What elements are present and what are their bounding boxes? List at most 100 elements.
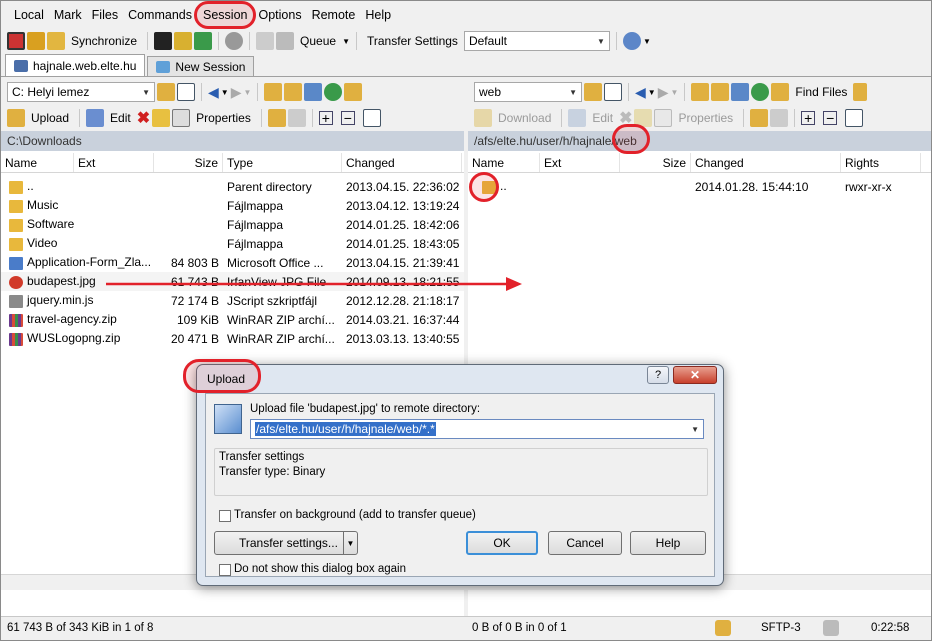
col-size[interactable]: Size <box>620 153 691 172</box>
col-size[interactable]: Size <box>154 153 223 172</box>
menu-session[interactable]: Session <box>193 1 257 29</box>
cancel-button[interactable]: Cancel <box>548 531 622 555</box>
back-arrow-icon[interactable]: ◀ <box>635 84 646 101</box>
ok-button[interactable]: OK <box>466 531 538 555</box>
menu-commands[interactable]: Commands <box>123 4 197 26</box>
refresh-icon[interactable] <box>324 83 343 101</box>
help-button[interactable]: Help <box>630 531 706 555</box>
parent-directory-icon[interactable] <box>264 83 283 101</box>
help-title-button[interactable]: ? <box>647 366 669 384</box>
col-ext[interactable]: Ext <box>540 153 620 172</box>
download-icon[interactable] <box>474 109 492 127</box>
remote-directory-select[interactable]: web ▼ <box>474 82 582 102</box>
refresh-icon[interactable] <box>751 83 770 101</box>
transfer-settings-button[interactable]: Transfer settings... ▼ <box>214 531 358 555</box>
filter-icon[interactable] <box>604 83 622 101</box>
menu-files[interactable]: Files <box>87 4 123 26</box>
upload-button[interactable]: Upload <box>31 111 69 125</box>
dont-show-checkbox[interactable] <box>219 564 231 576</box>
gear-icon[interactable] <box>225 32 244 50</box>
table-row[interactable]: .. 2014.01.28. 15:44:10 rwxr-xr-x <box>468 177 931 196</box>
filter-select-icon[interactable] <box>362 109 381 127</box>
chevron-down-icon[interactable]: ▼ <box>691 425 699 434</box>
table-row[interactable]: Application-Form_Zla... 84 803 B Microsoft… <box>1 253 464 272</box>
filter-select-icon[interactable] <box>845 109 864 127</box>
find-icon[interactable] <box>344 83 363 101</box>
remote-target-input[interactable]: /afs/elte.hu/user/h/hajnale/web/*.* ▼ <box>250 419 704 439</box>
open-directory-icon[interactable] <box>584 83 602 101</box>
local-path[interactable]: C:\Downloads <box>7 134 82 148</box>
select-all-icon[interactable]: + <box>801 110 816 126</box>
keep-up-to-date-icon[interactable] <box>27 32 45 50</box>
chevron-down-icon[interactable]: ▼ <box>670 88 678 97</box>
menu-local[interactable]: Local <box>9 4 49 26</box>
download-button[interactable]: Download <box>498 111 551 125</box>
properties-icon[interactable] <box>654 109 673 127</box>
table-row[interactable]: Software Fájlmappa 2014.01.25. 18:42:06 <box>1 215 464 234</box>
edit-icon[interactable] <box>568 109 587 127</box>
queue-icon[interactable] <box>276 32 295 50</box>
synchronize-icon[interactable] <box>47 32 65 50</box>
edit-icon[interactable] <box>86 109 105 127</box>
root-directory-icon[interactable] <box>711 83 730 101</box>
putty-icon[interactable] <box>174 32 193 50</box>
new-folder-icon[interactable] <box>750 109 769 127</box>
home-icon[interactable] <box>304 83 323 101</box>
transfer-settings-select[interactable]: Default ▼ <box>463 31 610 51</box>
synchronize-button[interactable]: Synchronize <box>71 34 137 48</box>
edit-button[interactable]: Edit <box>110 111 131 125</box>
select-all-icon[interactable]: + <box>318 110 333 126</box>
tab-new-session[interactable]: New Session <box>147 56 255 76</box>
parent-directory-icon[interactable] <box>691 83 710 101</box>
console-icon[interactable] <box>154 32 173 50</box>
col-name[interactable]: Name <box>1 153 74 172</box>
properties-icon[interactable] <box>172 109 191 127</box>
menu-options[interactable]: Options <box>253 4 306 26</box>
forward-arrow-icon[interactable]: ▶ <box>658 84 669 101</box>
table-row[interactable]: travel-agency.zip 109 KiB WinRAR ZIP archí… <box>1 310 464 329</box>
refresh-session-icon[interactable] <box>194 32 213 50</box>
close-button[interactable]: ✕ <box>673 366 717 384</box>
col-type[interactable]: Type <box>223 153 342 172</box>
background-checkbox[interactable] <box>219 510 231 522</box>
col-changed[interactable]: Changed <box>342 153 462 172</box>
find-files-icon[interactable] <box>771 83 790 101</box>
new-file-icon[interactable] <box>770 109 789 127</box>
find-files-button[interactable]: Find Files <box>795 85 847 99</box>
chevron-down-icon[interactable]: ▼ <box>648 88 656 97</box>
properties-button[interactable]: Properties <box>678 111 733 125</box>
col-rights[interactable]: Rights <box>841 153 921 172</box>
queue-settings-icon[interactable] <box>256 32 275 50</box>
table-row[interactable]: jquery.min.js 72 174 B JScript szkriptfájl… <box>1 291 464 310</box>
col-name[interactable]: Name <box>468 153 540 172</box>
chevron-down-icon[interactable]: ▼ <box>342 37 350 46</box>
chevron-down-icon[interactable]: ▼ <box>221 88 229 97</box>
preferences-icon[interactable] <box>622 32 641 50</box>
new-file-icon[interactable] <box>287 109 306 127</box>
rename-icon[interactable] <box>152 109 171 127</box>
col-ext[interactable]: Ext <box>74 153 154 172</box>
upload-icon[interactable] <box>7 109 25 127</box>
tab-hajnale-session[interactable]: hajnale.web.elte.hu <box>5 54 146 76</box>
back-arrow-icon[interactable]: ◀ <box>208 84 219 101</box>
unselect-icon[interactable]: − <box>340 110 355 126</box>
home-icon[interactable] <box>731 83 750 101</box>
filter-icon[interactable] <box>177 83 195 101</box>
queue-button[interactable]: Queue <box>300 34 336 48</box>
menu-remote[interactable]: Remote <box>307 4 361 26</box>
col-changed[interactable]: Changed <box>691 153 841 172</box>
table-row[interactable]: Music Fájlmappa 2013.04.12. 13:19:24 <box>1 196 464 215</box>
properties-button[interactable]: Properties <box>196 111 251 125</box>
local-drive-select[interactable]: C: Helyi lemez ▼ <box>7 82 155 102</box>
edit-button[interactable]: Edit <box>592 111 613 125</box>
chevron-down-icon[interactable]: ▼ <box>243 88 251 97</box>
menu-mark[interactable]: Mark <box>49 4 87 26</box>
open-directory-icon[interactable] <box>157 83 175 101</box>
forward-arrow-icon[interactable]: ▶ <box>231 84 242 101</box>
more-icon[interactable] <box>853 83 868 101</box>
chevron-down-icon[interactable]: ▼ <box>643 37 651 46</box>
new-folder-icon[interactable] <box>267 109 286 127</box>
unselect-icon[interactable]: − <box>823 110 838 126</box>
compare-directories-icon[interactable] <box>7 32 25 50</box>
chevron-down-icon[interactable]: ▼ <box>343 532 357 554</box>
